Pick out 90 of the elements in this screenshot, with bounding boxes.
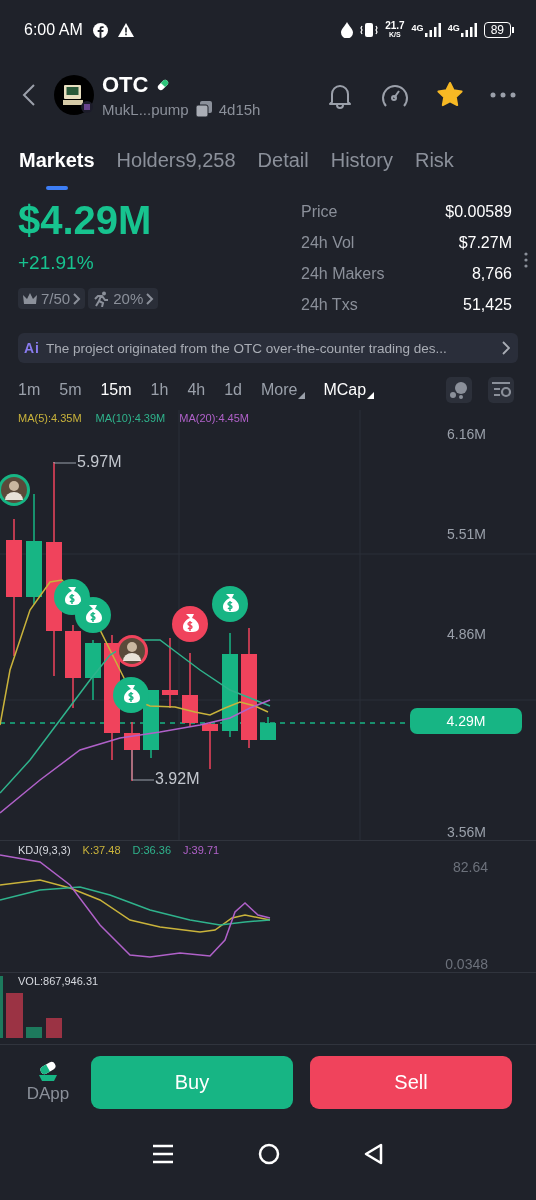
- chevron-right-icon: [146, 292, 155, 305]
- stat-chip[interactable]: 7/50: [18, 288, 86, 309]
- home-icon[interactable]: [258, 1143, 280, 1165]
- avatar-icon: [116, 635, 148, 667]
- axis-label: 6.16M: [447, 426, 486, 442]
- axis-label: 82.64: [452, 859, 488, 875]
- tab[interactable]: Holders9,258: [116, 140, 236, 190]
- sell-button[interactable]: Sell: [310, 1055, 512, 1109]
- stat-label: 24h Vol: [301, 233, 356, 253]
- signal-icon: [460, 23, 477, 37]
- axis-label: 0.0348: [445, 956, 488, 972]
- indicator-title: KDJ(9,3,3): [18, 844, 71, 856]
- chevron-right-icon: [73, 292, 82, 305]
- menu-icon[interactable]: [152, 1143, 174, 1165]
- stat-value: 8,766: [470, 264, 512, 284]
- axis-label: 3.56M: [447, 824, 486, 840]
- settings-button[interactable]: [488, 376, 514, 403]
- candle: [85, 640, 101, 700]
- kdj-value: K:37.48: [82, 844, 121, 856]
- dropdown[interactable]: MCap: [323, 380, 375, 399]
- money-bag-icon: [113, 677, 149, 713]
- money-bag-icon: [75, 597, 111, 633]
- ma-legend: MA(20):4.45M: [179, 412, 249, 424]
- clock-time: 6:00 AM: [24, 21, 83, 39]
- water-drop-icon: [341, 22, 354, 38]
- candle: [162, 638, 178, 708]
- kdj-value: D:36.36: [132, 844, 172, 856]
- network-type: 4G: [411, 23, 424, 33]
- axis-label: 5.51M: [447, 526, 486, 542]
- facebook-icon: [92, 22, 108, 38]
- indicator-button[interactable]: [446, 376, 472, 403]
- interval-tab[interactable]: 1h: [150, 380, 169, 399]
- money-bag-icon: [212, 586, 248, 622]
- tab[interactable]: Detail: [257, 140, 309, 190]
- token-age: 4d15h: [218, 100, 261, 118]
- network-type: 4G: [447, 23, 460, 33]
- stat-label: 24h Txs: [301, 295, 359, 315]
- leader-line: [131, 749, 155, 781]
- back-icon[interactable]: [22, 83, 36, 107]
- price-badge: 4.29M: [410, 708, 522, 734]
- ai-summary-text: The project originated from the OTC over-the-counter trading des...: [46, 340, 448, 356]
- ma-legend: MA(5):4.35M: [18, 412, 82, 424]
- stat-label: Price: [301, 202, 339, 222]
- price-change: +21.91%: [18, 252, 95, 274]
- stat-value: $0.00589: [445, 202, 512, 222]
- interval-tab[interactable]: 4h: [187, 380, 206, 399]
- stat-value: 51,425: [462, 295, 512, 315]
- interval-tab[interactable]: 15m: [100, 380, 132, 399]
- interval-tab[interactable]: 5m: [59, 380, 82, 399]
- stat-chip[interactable]: 20%: [88, 288, 159, 309]
- token-logo-icon: [54, 75, 94, 115]
- ma-legend: MA(10):4.39M: [95, 412, 166, 424]
- dropdown[interactable]: More: [261, 380, 306, 399]
- signal-icon: [424, 23, 441, 37]
- contract-address: MukL...pump: [102, 100, 189, 118]
- price-label: 5.97M: [77, 453, 122, 471]
- tab[interactable]: Markets: [19, 140, 95, 190]
- interval-tab[interactable]: 1d: [224, 380, 242, 399]
- network-speed: 21.7: [385, 21, 405, 30]
- crown-icon: [22, 291, 38, 306]
- ai-label: Ai: [24, 340, 40, 356]
- vertical-dots-icon[interactable]: [524, 252, 528, 268]
- axis-label: 4.86M: [447, 626, 486, 642]
- interval-tab[interactable]: 1m: [18, 380, 41, 399]
- leader-line: [53, 461, 77, 464]
- dapp-button[interactable]: DApp: [22, 1060, 74, 1104]
- battery-level: 89: [483, 22, 511, 38]
- market-cap: $4.29M: [18, 197, 153, 244]
- volume-label: VOL:867,946.31: [18, 975, 99, 987]
- tab[interactable]: History: [330, 140, 393, 190]
- ai-summary-banner[interactable]: Ai The project originated from the OTC over-the-counter trading des...: [18, 333, 518, 363]
- star-icon[interactable]: [436, 81, 464, 109]
- caret-icon: [298, 391, 306, 399]
- tab[interactable]: Risk: [414, 140, 454, 190]
- avatar-icon: [0, 474, 30, 506]
- warning-icon: [117, 23, 134, 37]
- kdj-value: J:39.71: [183, 844, 220, 856]
- money-bag-icon: [172, 606, 208, 642]
- running-icon: [92, 290, 111, 307]
- chevron-right-icon: [502, 341, 510, 355]
- caret-icon: [367, 391, 375, 399]
- stat-label: 24h Makers: [301, 264, 386, 284]
- token-title: OTC: [102, 72, 149, 98]
- more-icon[interactable]: [490, 92, 516, 98]
- price-label: 3.92M: [155, 770, 200, 788]
- candle: [202, 723, 218, 769]
- stat-value: $7.27M: [457, 233, 512, 253]
- pill-icon: [36, 1060, 60, 1082]
- vibrate-icon: [360, 23, 379, 37]
- copy-icon[interactable]: [194, 100, 213, 118]
